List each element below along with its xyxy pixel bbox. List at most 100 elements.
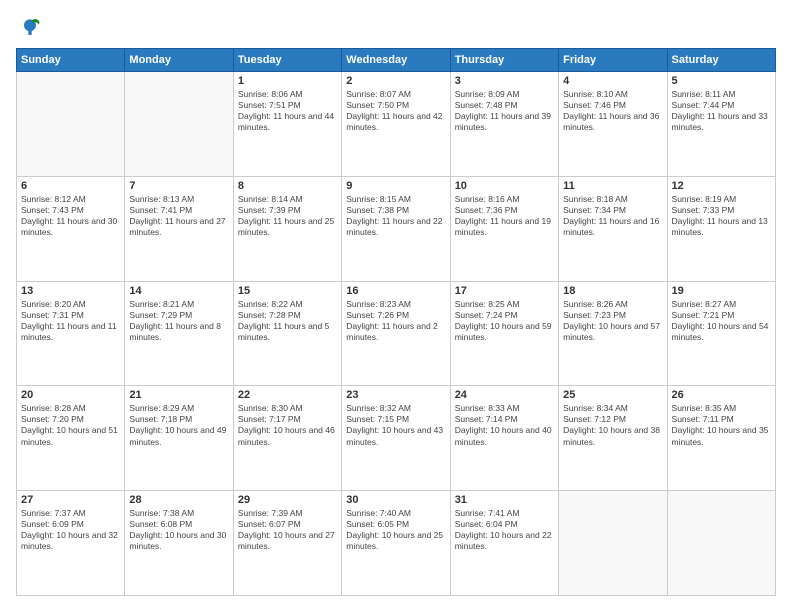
weekday-header-monday: Monday xyxy=(125,49,233,72)
weekday-header-thursday: Thursday xyxy=(450,49,558,72)
day-number: 17 xyxy=(455,285,554,297)
day-detail: Sunrise: 8:30 AM Sunset: 7:17 PM Dayligh… xyxy=(238,403,337,447)
logo-icon xyxy=(18,16,42,40)
day-detail: Sunrise: 8:26 AM Sunset: 7:23 PM Dayligh… xyxy=(563,299,662,343)
day-number: 24 xyxy=(455,389,554,401)
header xyxy=(16,16,776,40)
weekday-header-saturday: Saturday xyxy=(667,49,775,72)
day-cell-23: 23 Sunrise: 8:32 AM Sunset: 7:15 PM Dayli… xyxy=(342,386,450,491)
day-detail: Sunrise: 8:19 AM Sunset: 7:33 PM Dayligh… xyxy=(672,194,771,238)
day-number: 4 xyxy=(563,75,662,87)
day-cell-8: 8 Sunrise: 8:14 AM Sunset: 7:39 PM Daylig… xyxy=(233,176,341,281)
day-detail: Sunrise: 8:16 AM Sunset: 7:36 PM Dayligh… xyxy=(455,194,554,238)
day-detail: Sunrise: 8:11 AM Sunset: 7:44 PM Dayligh… xyxy=(672,89,771,133)
day-cell-2: 2 Sunrise: 8:07 AM Sunset: 7:50 PM Daylig… xyxy=(342,72,450,177)
day-cell-6: 6 Sunrise: 8:12 AM Sunset: 7:43 PM Daylig… xyxy=(17,176,125,281)
weekday-header-tuesday: Tuesday xyxy=(233,49,341,72)
day-number: 3 xyxy=(455,75,554,87)
day-cell-30: 30 Sunrise: 7:40 AM Sunset: 6:05 PM Dayli… xyxy=(342,491,450,596)
day-number: 2 xyxy=(346,75,445,87)
day-detail: Sunrise: 8:21 AM Sunset: 7:29 PM Dayligh… xyxy=(129,299,228,343)
day-number: 8 xyxy=(238,180,337,192)
day-number: 21 xyxy=(129,389,228,401)
day-detail: Sunrise: 8:29 AM Sunset: 7:18 PM Dayligh… xyxy=(129,403,228,447)
day-cell-27: 27 Sunrise: 7:37 AM Sunset: 6:09 PM Dayli… xyxy=(17,491,125,596)
day-detail: Sunrise: 7:40 AM Sunset: 6:05 PM Dayligh… xyxy=(346,508,445,552)
weekday-header-sunday: Sunday xyxy=(17,49,125,72)
day-number: 14 xyxy=(129,285,228,297)
weekday-header-friday: Friday xyxy=(559,49,667,72)
day-number: 23 xyxy=(346,389,445,401)
weekday-header-row: SundayMondayTuesdayWednesdayThursdayFrid… xyxy=(17,49,776,72)
day-cell-19: 19 Sunrise: 8:27 AM Sunset: 7:21 PM Dayli… xyxy=(667,281,775,386)
day-cell-14: 14 Sunrise: 8:21 AM Sunset: 7:29 PM Dayli… xyxy=(125,281,233,386)
day-detail: Sunrise: 8:15 AM Sunset: 7:38 PM Dayligh… xyxy=(346,194,445,238)
day-detail: Sunrise: 8:25 AM Sunset: 7:24 PM Dayligh… xyxy=(455,299,554,343)
day-cell-22: 22 Sunrise: 8:30 AM Sunset: 7:17 PM Dayli… xyxy=(233,386,341,491)
day-number: 5 xyxy=(672,75,771,87)
day-cell-4: 4 Sunrise: 8:10 AM Sunset: 7:46 PM Daylig… xyxy=(559,72,667,177)
day-detail: Sunrise: 8:14 AM Sunset: 7:39 PM Dayligh… xyxy=(238,194,337,238)
day-number: 30 xyxy=(346,494,445,506)
day-cell-9: 9Sunrise: 8:15 AM Sunset: 7:38 PM Daylig… xyxy=(342,176,450,281)
page: SundayMondayTuesdayWednesdayThursdayFrid… xyxy=(0,0,792,612)
day-detail: Sunrise: 7:38 AM Sunset: 6:08 PM Dayligh… xyxy=(129,508,228,552)
day-cell-28: 28 Sunrise: 7:38 AM Sunset: 6:08 PM Dayli… xyxy=(125,491,233,596)
day-number: 26 xyxy=(672,389,771,401)
day-detail: Sunrise: 8:18 AM Sunset: 7:34 PM Dayligh… xyxy=(563,194,662,238)
day-number: 27 xyxy=(21,494,120,506)
day-detail: Sunrise: 8:27 AM Sunset: 7:21 PM Dayligh… xyxy=(672,299,771,343)
week-row-2: 6 Sunrise: 8:12 AM Sunset: 7:43 PM Daylig… xyxy=(17,176,776,281)
day-detail: Sunrise: 7:37 AM Sunset: 6:09 PM Dayligh… xyxy=(21,508,120,552)
day-detail: Sunrise: 8:12 AM Sunset: 7:43 PM Dayligh… xyxy=(21,194,120,238)
day-cell-13: 13Sunrise: 8:20 AM Sunset: 7:31 PM Dayli… xyxy=(17,281,125,386)
day-cell-20: 20 Sunrise: 8:28 AM Sunset: 7:20 PM Dayli… xyxy=(17,386,125,491)
week-row-5: 27 Sunrise: 7:37 AM Sunset: 6:09 PM Dayli… xyxy=(17,491,776,596)
day-detail: Sunrise: 8:32 AM Sunset: 7:15 PM Dayligh… xyxy=(346,403,445,447)
day-cell-26: 26 Sunrise: 8:35 AM Sunset: 7:11 PM Dayli… xyxy=(667,386,775,491)
day-cell-empty xyxy=(17,72,125,177)
day-cell-29: 29 Sunrise: 7:39 AM Sunset: 6:07 PM Dayli… xyxy=(233,491,341,596)
day-detail: Sunrise: 8:33 AM Sunset: 7:14 PM Dayligh… xyxy=(455,403,554,447)
day-number: 22 xyxy=(238,389,337,401)
day-cell-15: 15Sunrise: 8:22 AM Sunset: 7:28 PM Dayli… xyxy=(233,281,341,386)
day-cell-1: 1Sunrise: 8:06 AM Sunset: 7:51 PM Daylig… xyxy=(233,72,341,177)
day-number: 13 xyxy=(21,285,120,297)
day-cell-12: 12 Sunrise: 8:19 AM Sunset: 7:33 PM Dayli… xyxy=(667,176,775,281)
day-cell-11: 11Sunrise: 8:18 AM Sunset: 7:34 PM Dayli… xyxy=(559,176,667,281)
day-number: 16 xyxy=(346,285,445,297)
day-number: 6 xyxy=(21,180,120,192)
day-cell-3: 3 Sunrise: 8:09 AM Sunset: 7:48 PM Daylig… xyxy=(450,72,558,177)
day-cell-empty xyxy=(559,491,667,596)
day-detail: Sunrise: 8:09 AM Sunset: 7:48 PM Dayligh… xyxy=(455,89,554,133)
day-cell-31: 31 Sunrise: 7:41 AM Sunset: 6:04 PM Dayli… xyxy=(450,491,558,596)
day-detail: Sunrise: 8:35 AM Sunset: 7:11 PM Dayligh… xyxy=(672,403,771,447)
day-number: 20 xyxy=(21,389,120,401)
week-row-1: 1Sunrise: 8:06 AM Sunset: 7:51 PM Daylig… xyxy=(17,72,776,177)
day-cell-16: 16Sunrise: 8:23 AM Sunset: 7:26 PM Dayli… xyxy=(342,281,450,386)
day-detail: Sunrise: 8:10 AM Sunset: 7:46 PM Dayligh… xyxy=(563,89,662,133)
day-cell-7: 7Sunrise: 8:13 AM Sunset: 7:41 PM Daylig… xyxy=(125,176,233,281)
day-detail: Sunrise: 7:39 AM Sunset: 6:07 PM Dayligh… xyxy=(238,508,337,552)
day-cell-24: 24 Sunrise: 8:33 AM Sunset: 7:14 PM Dayli… xyxy=(450,386,558,491)
day-detail: Sunrise: 8:28 AM Sunset: 7:20 PM Dayligh… xyxy=(21,403,120,447)
day-detail: Sunrise: 8:34 AM Sunset: 7:12 PM Dayligh… xyxy=(563,403,662,447)
day-number: 31 xyxy=(455,494,554,506)
day-cell-empty xyxy=(667,491,775,596)
day-number: 18 xyxy=(563,285,662,297)
day-cell-18: 18 Sunrise: 8:26 AM Sunset: 7:23 PM Dayli… xyxy=(559,281,667,386)
day-cell-empty xyxy=(125,72,233,177)
day-cell-25: 25Sunrise: 8:34 AM Sunset: 7:12 PM Dayli… xyxy=(559,386,667,491)
calendar: SundayMondayTuesdayWednesdayThursdayFrid… xyxy=(16,48,776,596)
day-number: 28 xyxy=(129,494,228,506)
day-cell-10: 10 Sunrise: 8:16 AM Sunset: 7:36 PM Dayli… xyxy=(450,176,558,281)
day-number: 10 xyxy=(455,180,554,192)
week-row-3: 13Sunrise: 8:20 AM Sunset: 7:31 PM Dayli… xyxy=(17,281,776,386)
day-number: 19 xyxy=(672,285,771,297)
day-number: 12 xyxy=(672,180,771,192)
day-detail: Sunrise: 8:07 AM Sunset: 7:50 PM Dayligh… xyxy=(346,89,445,133)
day-number: 29 xyxy=(238,494,337,506)
day-detail: Sunrise: 7:41 AM Sunset: 6:04 PM Dayligh… xyxy=(455,508,554,552)
day-number: 15 xyxy=(238,285,337,297)
day-number: 7 xyxy=(129,180,228,192)
